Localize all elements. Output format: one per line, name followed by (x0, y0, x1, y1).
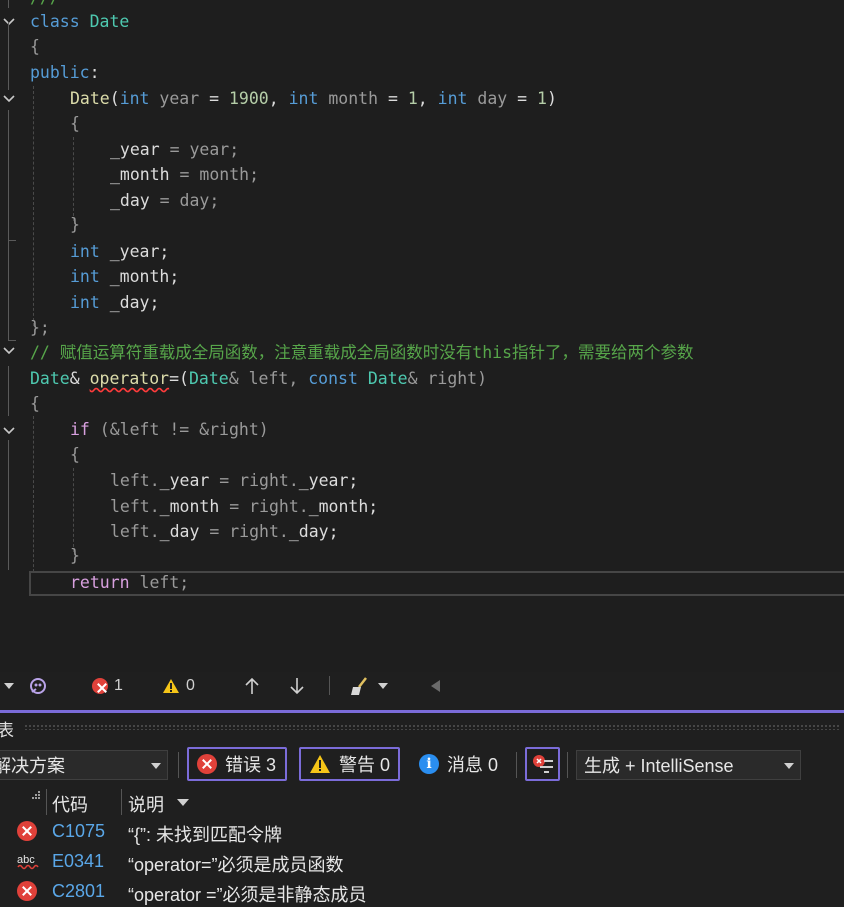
outline-guide (8, 240, 16, 241)
chevron-down-icon (378, 682, 388, 689)
divider (329, 676, 330, 695)
chevron-down-icon (4, 682, 14, 689)
triangle-left-icon (431, 679, 440, 692)
error-row[interactable]: C1075 “{”: 未找到匹配令牌 (0, 817, 844, 847)
code-cleanup-button[interactable] (350, 672, 388, 699)
fold-chevron-icon[interactable] (1, 338, 17, 363)
copilot-icon[interactable] (28, 672, 48, 699)
indent-guide (33, 86, 34, 326)
error-icon (197, 754, 217, 774)
next-issue-button[interactable] (289, 672, 305, 699)
code-line: int _month; (70, 267, 180, 286)
warning-count[interactable]: 0 (162, 672, 195, 699)
fold-chevron-icon[interactable] (1, 418, 17, 443)
panel-grip[interactable] (24, 724, 840, 730)
chevron-down-icon[interactable] (177, 799, 189, 806)
panel-title: 表 (0, 720, 14, 740)
code-line: Date(int year = 1900, int month = 1, int… (70, 89, 557, 108)
error-icon (92, 677, 108, 694)
outline-guide (8, 110, 9, 340)
code-line: }; (30, 318, 50, 337)
code-line: int _year; (70, 242, 170, 261)
code-line: { (70, 114, 80, 133)
chevron-down-icon (151, 763, 161, 769)
indent-guide (73, 468, 74, 552)
arrow-up-icon (245, 677, 259, 694)
editor-status-bar: 1 0 (0, 672, 844, 699)
column-divider[interactable] (121, 789, 122, 815)
code-line: _year = year; (110, 140, 240, 159)
warning-icon (163, 678, 179, 693)
error-icon (17, 881, 37, 901)
code-line: return left; (70, 573, 190, 592)
error-list-header: 代码 说明 (0, 787, 844, 818)
error-row[interactable]: abc E0341 “operator=”必须是成员函数 (0, 847, 844, 877)
warnings-filter-button[interactable]: 警告 0 (299, 747, 400, 781)
code-line: } (70, 215, 80, 234)
divider (178, 752, 179, 778)
error-code-link[interactable]: C1075 (52, 821, 105, 842)
code-line: { (30, 394, 40, 413)
errors-filter-button[interactable]: 错误 3 (187, 747, 287, 781)
outline-guide (8, 340, 16, 341)
column-header-description[interactable]: 说明 (128, 791, 164, 817)
previous-issue-button[interactable] (244, 672, 260, 699)
indent-guide (33, 416, 34, 572)
code-line: { (30, 37, 40, 56)
error-description: “operator=”必须是成员函数 (128, 855, 344, 875)
code-line: class Date (30, 12, 130, 31)
broom-icon (351, 676, 367, 695)
error-count[interactable]: 1 (92, 672, 123, 699)
outline-guide (8, 0, 9, 8)
intellisense-abc-icon: abc (17, 854, 39, 870)
error-row[interactable]: C2801 “operator =”必须是非静态成员 (0, 877, 844, 907)
outline-guide (8, 366, 9, 416)
build-source-dropdown[interactable]: 生成 + IntelliSense (576, 750, 801, 780)
scroll-left-button[interactable] (430, 672, 440, 699)
warning-icon (310, 755, 330, 773)
sort-grip-icon[interactable] (30, 790, 42, 800)
error-filter-icon (533, 755, 553, 773)
filter-toggle-button[interactable] (525, 747, 560, 781)
divider (567, 752, 568, 778)
outline-guide (8, 440, 9, 570)
column-divider[interactable] (46, 789, 47, 815)
error-icon (17, 821, 37, 841)
chevron-down-icon (784, 763, 794, 769)
error-code-link[interactable]: C2801 (52, 881, 105, 902)
error-description: “{”: 未找到匹配令牌 (128, 825, 283, 845)
code-line: left._year = right._year; (110, 471, 359, 490)
code-comment: // 赋值运算符重载成全局函数，注意重载成全局函数时没有this指针了，需要给两… (30, 343, 694, 362)
code-line: _month = month; (110, 165, 260, 184)
info-icon: i (419, 754, 439, 774)
code-line: } (70, 546, 80, 565)
error-description: “operator =”必须是非静态成员 (128, 885, 367, 905)
messages-filter-button[interactable]: i 消息 0 (413, 747, 504, 781)
code-line: _day = day; (110, 191, 220, 210)
code-line: left._day = right._day; (110, 522, 339, 541)
code-line: public: (30, 63, 100, 82)
code-line: if (&left != &right) (70, 420, 269, 439)
spacer (0, 699, 844, 710)
column-header-code[interactable]: 代码 (52, 791, 88, 817)
divider (516, 752, 517, 778)
fold-chevron-icon[interactable] (1, 9, 17, 34)
indent-guide (73, 137, 74, 221)
fold-chevron-icon[interactable] (1, 86, 17, 111)
code-line: int _day; (70, 293, 160, 312)
zoom-dropdown[interactable] (4, 672, 14, 699)
code-line: left._month = right._month; (110, 497, 379, 516)
code-editor[interactable]: /// class Date { public: Date(int year =… (0, 0, 844, 672)
code-line: { (70, 445, 80, 464)
outline-guide (8, 22, 9, 90)
svg-text:abc: abc (17, 854, 35, 866)
scope-dropdown[interactable]: 解决方案 (0, 750, 168, 780)
code-line: Date& operator=(Date& left, const Date& … (30, 369, 488, 388)
arrow-down-icon (290, 677, 304, 694)
error-code-link[interactable]: E0341 (52, 851, 104, 872)
error-squiggle: operator (89, 369, 170, 388)
